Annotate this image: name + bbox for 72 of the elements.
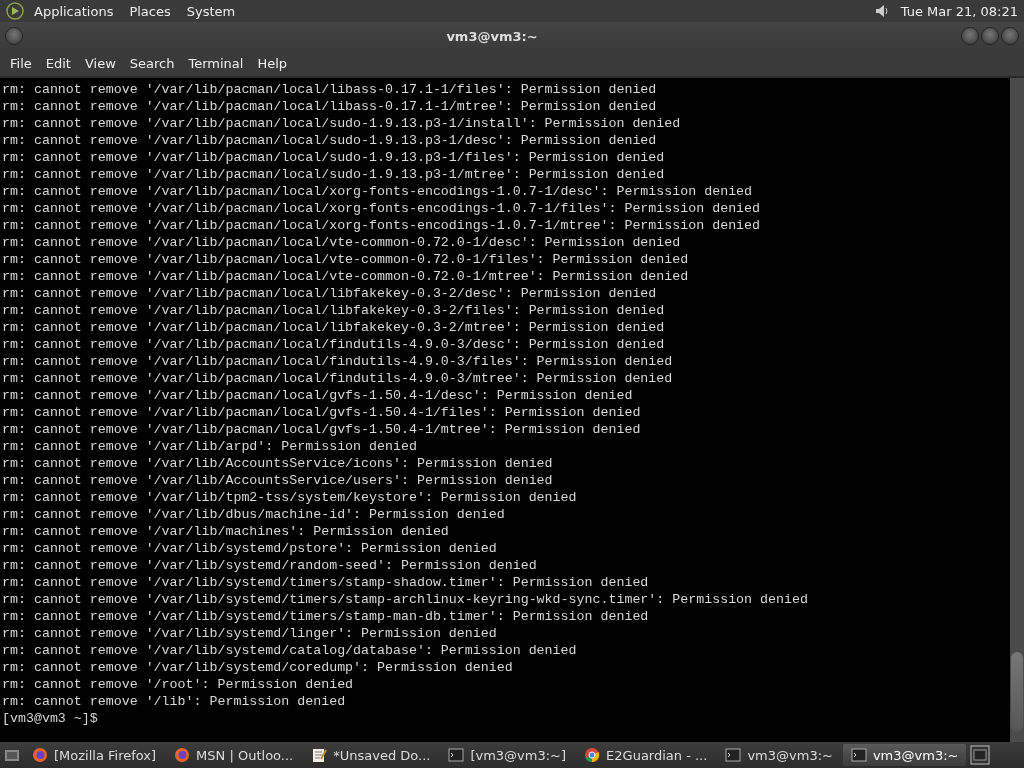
panel-menu[interactable]: Applications <box>28 3 120 19</box>
workspace-icon[interactable] <box>970 745 991 765</box>
terminal-line: rm: cannot remove '/var/lib/pacman/local/libfakekey-0.3-2/desc': Permission denied <box>2 285 657 302</box>
terminal-line: rm: cannot remove '/var/lib/pacman/local/libass-0.17.1-1/files': Permission denied <box>2 81 657 98</box>
terminal-line: rm: cannot remove '/var/lib/systemd/linger': Permission denied <box>2 625 497 642</box>
taskbar-item[interactable]: vm3@vm3:~ <box>717 744 841 766</box>
terminal-line: rm: cannot remove '/var/lib/pacman/local/vte-common-0.72.0-1/desc': Permission denied <box>2 234 681 251</box>
terminal-icon <box>448 747 465 763</box>
taskbar-item[interactable]: E2Guardian - ... <box>576 744 716 766</box>
menu-item[interactable]: Help <box>250 52 295 74</box>
terminal-line: rm: cannot remove '/var/lib/tpm2-tss/system/keystore': Permission denied <box>2 489 577 506</box>
terminal-line: rm: cannot remove '/var/lib/pacman/local/sudo-1.9.13.p3-1/files': Permission denied <box>2 149 665 166</box>
menu-item[interactable]: File <box>3 52 39 74</box>
terminal-line: rm: cannot remove '/var/lib/pacman/local/xorg-fonts-encodings-1.0.7-1/desc': Permission denied <box>2 183 753 200</box>
taskbar-item[interactable]: [vm3@vm3:~] <box>440 744 575 766</box>
window-menu-button[interactable] <box>5 27 23 45</box>
terminal-line: rm: cannot remove '/var/lib/pacman/local/gvfs-1.50.4-1/files': Permission denied <box>2 404 641 421</box>
close-button[interactable] <box>1001 27 1019 45</box>
chrome-icon <box>584 747 601 763</box>
panel-menu[interactable]: System <box>180 3 242 19</box>
terminal-icon <box>725 747 742 763</box>
terminal-line: rm: cannot remove '/var/lib/pacman/local/sudo-1.9.13.p3-1/desc': Permission denied <box>2 132 657 149</box>
terminal-line: rm: cannot remove '/var/lib/pacman/local/findutils-4.9.0-3/files': Permission denied <box>2 353 673 370</box>
terminal-line: rm: cannot remove '/var/lib/pacman/local/vte-common-0.72.0-1/files': Permission denied <box>2 251 689 268</box>
terminal-line: rm: cannot remove '/var/lib/pacman/local/xorg-fonts-encodings-1.0.7-1/files': Permission denied <box>2 200 761 217</box>
panel-menu[interactable]: Places <box>123 3 177 19</box>
taskbar-item[interactable]: [Mozilla Firefox] <box>24 744 165 766</box>
firefox-icon <box>32 747 48 763</box>
minimize-button[interactable] <box>961 27 979 45</box>
scrollbar-thumb[interactable] <box>1011 652 1023 732</box>
maximize-button[interactable] <box>981 27 999 45</box>
window-title: vm3@vm3:~ <box>445 28 539 44</box>
terminal-line: rm: cannot remove '/var/lib/systemd/pstore': Permission denied <box>2 540 497 557</box>
clock[interactable]: Tue Mar 21, 08:21 <box>894 3 1018 19</box>
terminal-line: rm: cannot remove '/var/lib/pacman/local/xorg-fonts-encodings-1.0.7-1/mtree': Permission denied <box>2 217 761 234</box>
taskbar-item[interactable]: *Unsaved Do... <box>303 744 439 766</box>
show-desktop-icon[interactable] <box>4 747 20 763</box>
taskbar-item[interactable]: vm3@vm3:~ <box>842 744 967 766</box>
terminal-line: rm: cannot remove '/var/lib/pacman/local/vte-common-0.72.0-1/mtree': Permission denied <box>2 268 689 285</box>
terminal-line: rm: cannot remove '/var/lib/pacman/local/libfakekey-0.3-2/files': Permission denied <box>2 302 665 319</box>
terminal-line: rm: cannot remove '/var/lib/pacman/local/libass-0.17.1-1/mtree': Permission denied <box>2 98 657 115</box>
terminal-line: rm: cannot remove '/root': Permission denied <box>2 676 354 693</box>
distro-logo-icon[interactable] <box>6 2 24 20</box>
menu-item[interactable]: Search <box>122 52 182 74</box>
terminal-line: rm: cannot remove '/var/lib/systemd/timers/stamp-shadow.timer': Permission denied <box>2 574 649 591</box>
terminal-line: rm: cannot remove '/var/lib/systemd/timers/stamp-archlinux-keyring-wkd-sync.timer': Permission denied <box>2 591 808 608</box>
menu-item[interactable]: View <box>77 52 123 74</box>
terminal-line: rm: cannot remove '/var/lib/arpd': Permission denied <box>2 438 417 455</box>
terminal-line: rm: cannot remove '/var/lib/systemd/random-seed': Permission denied <box>2 557 537 574</box>
terminal-line: rm: cannot remove '/var/lib/pacman/local/sudo-1.9.13.p3-1/mtree': Permission denied <box>2 166 665 183</box>
terminal-line: rm: cannot remove '/lib': Permission denied <box>2 693 346 710</box>
terminal-line: rm: cannot remove '/var/lib/pacman/local/libfakekey-0.3-2/mtree': Permission denied <box>2 319 665 336</box>
menu-item[interactable]: Edit <box>38 52 78 74</box>
terminal-line: rm: cannot remove '/var/lib/pacman/local/gvfs-1.50.4-1/mtree': Permission denied <box>2 421 641 438</box>
terminal-line: rm: cannot remove '/var/lib/systemd/coredump': Permission denied <box>2 659 513 676</box>
terminal-line: rm: cannot remove '/var/lib/pacman/local/findutils-4.9.0-3/desc': Permission denied <box>2 336 665 353</box>
terminal-line: rm: cannot remove '/var/lib/systemd/catalog/database': Permission denied <box>2 642 577 659</box>
terminal-line: rm: cannot remove '/var/lib/pacman/local/findutils-4.9.0-3/mtree': Permission denied <box>2 370 673 387</box>
firefox-icon <box>174 747 191 763</box>
shell-prompt: [vm3@vm3 ~]$ <box>2 710 98 727</box>
scrollbar[interactable] <box>1010 78 1024 742</box>
terminal-line: rm: cannot remove '/var/lib/pacman/local/sudo-1.9.13.p3-1/install': Permission denied <box>2 115 681 132</box>
taskbar-item[interactable]: MSN | Outloo... <box>166 744 302 766</box>
terminal-line: rm: cannot remove '/var/lib/dbus/machine-id': Permission denied <box>2 506 505 523</box>
terminal-line: rm: cannot remove '/var/lib/AccountsService/icons': Permission denied <box>2 455 553 472</box>
terminal-line: rm: cannot remove '/var/lib/systemd/timers/stamp-man-db.timer': Permission denied <box>2 608 649 625</box>
terminal-icon <box>850 747 867 763</box>
menu-item[interactable]: Terminal <box>181 52 251 74</box>
notepad-icon <box>311 747 328 763</box>
terminal-line: rm: cannot remove '/var/lib/pacman/local/gvfs-1.50.4-1/desc': Permission denied <box>2 387 633 404</box>
terminal-line: rm: cannot remove '/var/lib/machines': Permission denied <box>2 523 449 540</box>
terminal-line: rm: cannot remove '/var/lib/AccountsService/users': Permission denied <box>2 472 553 489</box>
